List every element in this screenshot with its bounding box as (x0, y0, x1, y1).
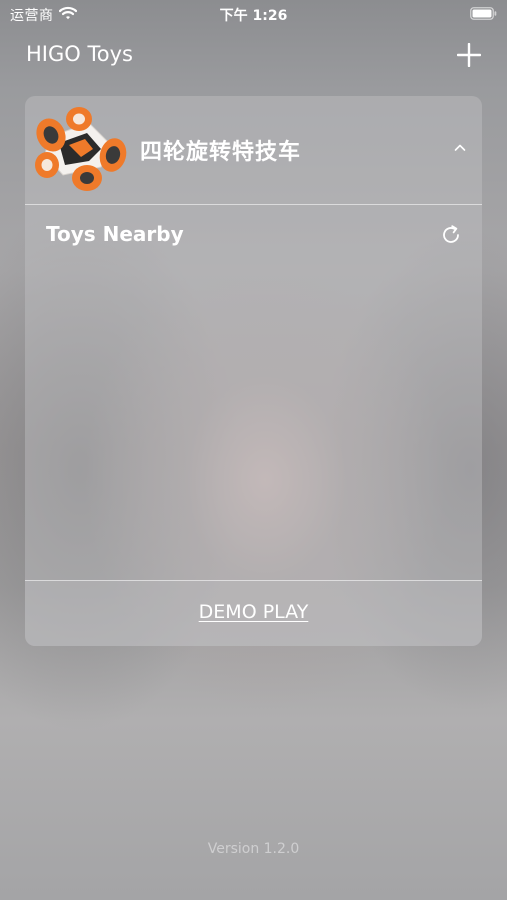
status-bar: 运营商 下午 1:26 (0, 0, 507, 28)
device-card: 四轮旋转特技车 Toys Nearby DEMO PLAY (25, 96, 482, 646)
version-label: Version 1.2.0 (207, 841, 300, 857)
chevron-up-icon[interactable] (452, 140, 468, 156)
clock: 下午 1:26 (219, 8, 288, 24)
battery-icon (470, 7, 497, 20)
app-title: HIGO Toys (26, 42, 133, 66)
toy-name: 四轮旋转特技车 (140, 140, 302, 165)
refresh-icon[interactable] (439, 223, 463, 247)
toys-nearby-title: Toys Nearby (46, 222, 184, 246)
plus-icon (457, 43, 481, 67)
card-footer: DEMO PLAY (25, 580, 482, 646)
toy-header[interactable]: 四轮旋转特技车 (25, 96, 482, 205)
add-toy-button[interactable] (452, 38, 486, 72)
stunt-car-image (35, 107, 127, 191)
nearby-toys-list (25, 256, 482, 579)
demo-play-button[interactable]: DEMO PLAY (25, 601, 482, 623)
